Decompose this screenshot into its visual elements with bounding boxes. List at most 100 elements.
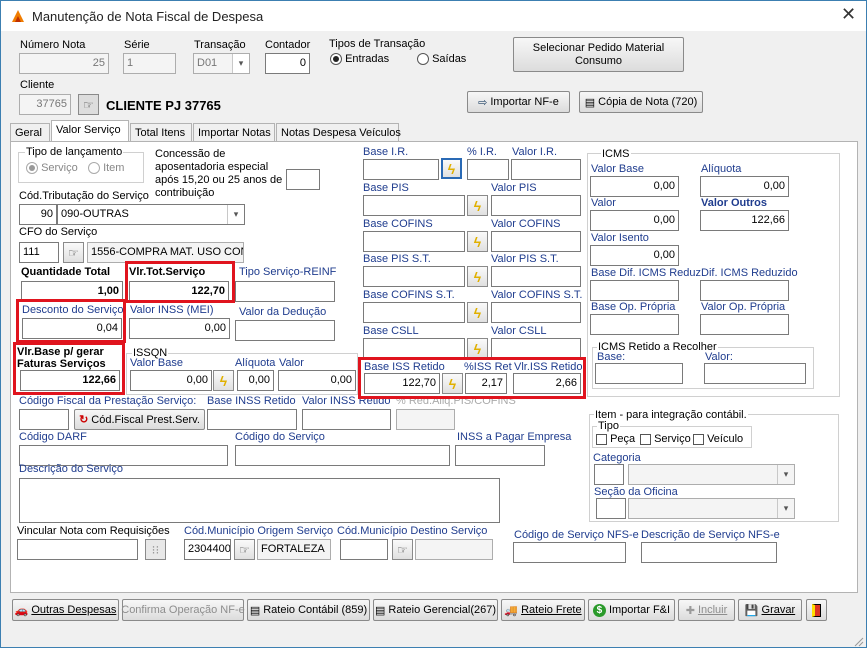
issqn-calc-button[interactable]: ϟ	[213, 370, 234, 391]
numero-nota-input[interactable]: 25	[19, 53, 109, 74]
base-cofins-input[interactable]	[363, 231, 465, 252]
base-iss-ret-calc-button[interactable]: ϟ	[442, 373, 463, 394]
base-ir-calc-button[interactable]: ϟ	[441, 158, 462, 179]
gravar-button[interactable]: 💾 Gravar	[738, 599, 802, 621]
checkbox-peca[interactable]: Peça	[596, 433, 635, 445]
secao-select[interactable]: ▾	[628, 498, 795, 519]
desc-nfse-input[interactable]	[641, 542, 777, 563]
inss-mei-input[interactable]: 0,00	[129, 318, 230, 339]
mun-destino-code-input[interactable]	[340, 539, 388, 560]
tab-total-itens[interactable]: Total Itens	[130, 123, 192, 142]
cfo-lookup-button[interactable]: ☞	[63, 242, 84, 263]
valor-cofins-st-input[interactable]	[491, 302, 581, 323]
contador-input[interactable]: 0	[265, 53, 310, 74]
valor-pis-input[interactable]	[491, 195, 581, 216]
base-cofins-calc-button[interactable]: ϟ	[467, 231, 488, 252]
valor-op-input[interactable]	[700, 314, 789, 335]
quantidade-total-input[interactable]: 1,00	[21, 281, 123, 302]
issqn-aliquota-input[interactable]: 0,00	[237, 370, 274, 391]
base-csll-calc-button[interactable]: ϟ	[467, 338, 488, 359]
categoria-select[interactable]: ▾	[628, 464, 795, 485]
issqn-valor-base-input[interactable]: 0,00	[130, 370, 212, 391]
incluir-button[interactable]: ✚ Incluir	[678, 599, 735, 621]
copia-nota-button[interactable]: ▤ Cópia de Nota (720)	[579, 91, 703, 113]
vlr-tot-servico-input[interactable]: 122,70	[129, 281, 229, 302]
base-ir-input[interactable]	[363, 159, 439, 180]
base-inss-retido-input[interactable]	[207, 409, 297, 430]
vlr-iss-ret-input[interactable]: 2,66	[513, 373, 581, 394]
base-csll-input[interactable]	[363, 338, 465, 359]
icms-retido-valor-input[interactable]	[704, 363, 806, 384]
exit-button[interactable]	[806, 599, 827, 621]
cod-tributacao-select[interactable]: 090-OUTRAS ▾	[57, 204, 245, 225]
icms-valor-isento-input[interactable]: 0,00	[590, 245, 679, 266]
serie-input[interactable]: 1	[123, 53, 176, 74]
rateio-frete-button[interactable]: 🚚 Rateio Frete	[501, 599, 585, 621]
radio-entradas[interactable]: Entradas	[330, 53, 389, 66]
resize-grip-icon[interactable]	[854, 637, 864, 647]
rateio-contabil-button[interactable]: ▤ Rateio Contábil (859)	[247, 599, 370, 621]
cod-nfse-input[interactable]	[513, 542, 626, 563]
valor-csll-input[interactable]	[491, 338, 581, 359]
valor-deducao-input[interactable]	[235, 320, 335, 341]
radio-saidas[interactable]: Saídas	[417, 53, 466, 66]
base-faturas-input[interactable]: 122,66	[20, 370, 120, 391]
categoria-code-input[interactable]	[594, 464, 624, 485]
red-aliq-input[interactable]	[396, 409, 455, 430]
valor-pis-st-input[interactable]	[491, 266, 581, 287]
base-pis-st-input[interactable]	[363, 266, 465, 287]
tipo-reinf-input[interactable]	[235, 281, 335, 302]
pct-iss-ret-input[interactable]: 2,17	[465, 373, 507, 394]
base-cofins-st-calc-button[interactable]: ϟ	[467, 302, 488, 323]
cod-fiscal-input[interactable]	[19, 409, 69, 430]
icms-valor-base-input[interactable]: 0,00	[590, 176, 679, 197]
checkbox-veiculo[interactable]: Veículo	[693, 433, 743, 445]
radio-item[interactable]: Item	[88, 162, 124, 175]
concessao-input[interactable]	[286, 169, 320, 190]
descricao-textarea[interactable]	[19, 478, 500, 523]
tab-valor-servico[interactable]: Valor Serviço	[51, 120, 129, 142]
pct-ir-input[interactable]	[467, 159, 509, 180]
mun-origem-code-input[interactable]: 2304400	[184, 539, 231, 560]
valor-inss-retido-input[interactable]	[302, 409, 391, 430]
inss-pagar-input[interactable]	[455, 445, 545, 466]
cod-fiscal-button[interactable]: ↻ Cód.Fiscal Prest.Serv.	[74, 409, 205, 430]
transacao-select[interactable]: D01 ▾	[193, 53, 250, 74]
tab-geral[interactable]: Geral	[10, 123, 50, 142]
mun-origem-lookup-button[interactable]: ☞	[234, 539, 255, 560]
base-iss-ret-input[interactable]: 122,70	[364, 373, 440, 394]
dif-reduzido-input[interactable]	[700, 280, 789, 301]
secao-code-input[interactable]	[596, 498, 626, 519]
importar-nfe-button[interactable]: ⇨ Importar NF-e	[467, 91, 570, 113]
cliente-code-input[interactable]: 37765	[19, 94, 71, 115]
outras-despesas-button[interactable]: 🚗 Outras Despesas	[12, 599, 119, 621]
vincular-button[interactable]: ⁝⁝	[145, 539, 166, 560]
cfo-num-input[interactable]: 111	[19, 242, 59, 263]
icms-valor-outros-input[interactable]: 122,66	[700, 210, 789, 231]
base-pis-st-calc-button[interactable]: ϟ	[467, 266, 488, 287]
base-dif-input[interactable]	[590, 280, 679, 301]
selecionar-pedido-button[interactable]: Selecionar Pedido Material Consumo	[513, 37, 684, 72]
issqn-valor-input[interactable]: 0,00	[278, 370, 356, 391]
desconto-input[interactable]: 0,04	[22, 318, 122, 339]
confirma-nfe-button[interactable]: Confirma Operação NF-e	[121, 599, 245, 621]
base-op-input[interactable]	[590, 314, 679, 335]
importar-fi-button[interactable]: $ Importar F&I	[588, 599, 675, 621]
valor-ir-input[interactable]	[511, 159, 581, 180]
cod-tributacao-num[interactable]: 90	[19, 204, 57, 225]
cliente-lookup-button[interactable]: ☞	[78, 94, 99, 115]
close-button[interactable]: ✕	[841, 4, 856, 25]
vincular-input[interactable]	[17, 539, 138, 560]
base-pis-input[interactable]	[363, 195, 465, 216]
icms-retido-base-input[interactable]	[595, 363, 683, 384]
icms-aliquota-input[interactable]: 0,00	[700, 176, 789, 197]
base-cofins-st-input[interactable]	[363, 302, 465, 323]
checkbox-servico[interactable]: Serviço	[640, 433, 691, 445]
valor-cofins-input[interactable]	[491, 231, 581, 252]
icms-valor-input[interactable]: 0,00	[590, 210, 679, 231]
tab-notas-despesa-veiculos[interactable]: Notas Despesa Veículos	[276, 123, 401, 142]
radio-servico[interactable]: Serviço	[26, 162, 78, 175]
rateio-gerencial-button[interactable]: ▤ Rateio Gerencial(267)	[373, 599, 498, 621]
mun-destino-lookup-button[interactable]: ☞	[392, 539, 413, 560]
base-pis-calc-button[interactable]: ϟ	[467, 195, 488, 216]
